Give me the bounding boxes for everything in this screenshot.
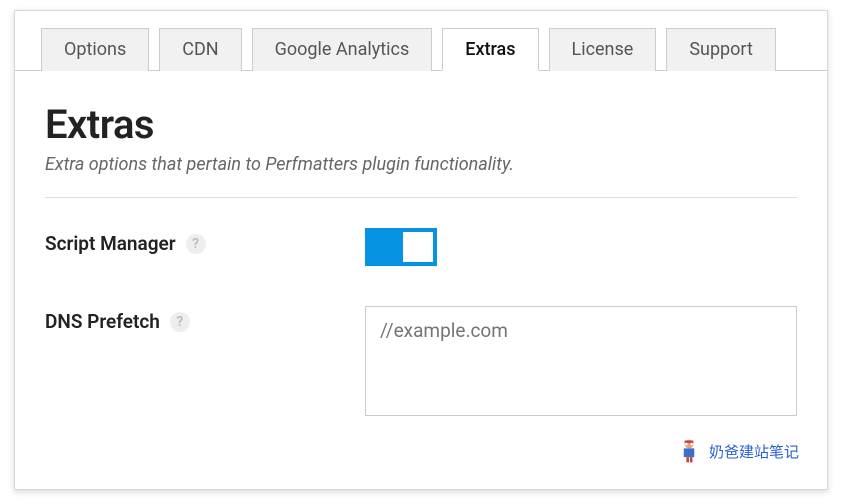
label-script-manager: Script Manager ? xyxy=(45,228,365,255)
toggle-script-manager[interactable] xyxy=(365,228,437,266)
row-script-manager: Script Manager ? xyxy=(45,228,797,266)
tab-cdn[interactable]: CDN xyxy=(159,28,241,71)
textarea-dns-prefetch[interactable] xyxy=(365,306,797,416)
label-script-manager-text: Script Manager xyxy=(45,232,176,255)
row-dns-prefetch: DNS Prefetch ? xyxy=(45,306,797,416)
tab-options[interactable]: Options xyxy=(41,28,149,71)
help-icon[interactable]: ? xyxy=(186,234,206,254)
tab-extras[interactable]: Extras xyxy=(442,28,538,71)
tab-google-analytics[interactable]: Google Analytics xyxy=(252,28,433,71)
tab-license[interactable]: License xyxy=(549,28,657,71)
page-title: Extras xyxy=(45,101,797,148)
watermark-text: 奶爸建站笔记 xyxy=(709,441,799,462)
label-dns-prefetch-text: DNS Prefetch xyxy=(45,310,160,333)
watermark-icon xyxy=(675,437,703,465)
tab-content: Extras Extra options that pertain to Per… xyxy=(15,71,827,416)
tab-support[interactable]: Support xyxy=(666,28,776,71)
page-description: Extra options that pertain to Perfmatter… xyxy=(45,154,797,175)
label-dns-prefetch: DNS Prefetch ? xyxy=(45,306,365,333)
help-icon[interactable]: ? xyxy=(170,312,190,332)
settings-panel: Options CDN Google Analytics Extras Lice… xyxy=(14,10,828,490)
toggle-knob xyxy=(403,232,433,262)
tab-bar: Options CDN Google Analytics Extras Lice… xyxy=(15,11,827,71)
divider xyxy=(45,197,797,198)
watermark: 奶爸建站笔记 xyxy=(675,437,799,465)
